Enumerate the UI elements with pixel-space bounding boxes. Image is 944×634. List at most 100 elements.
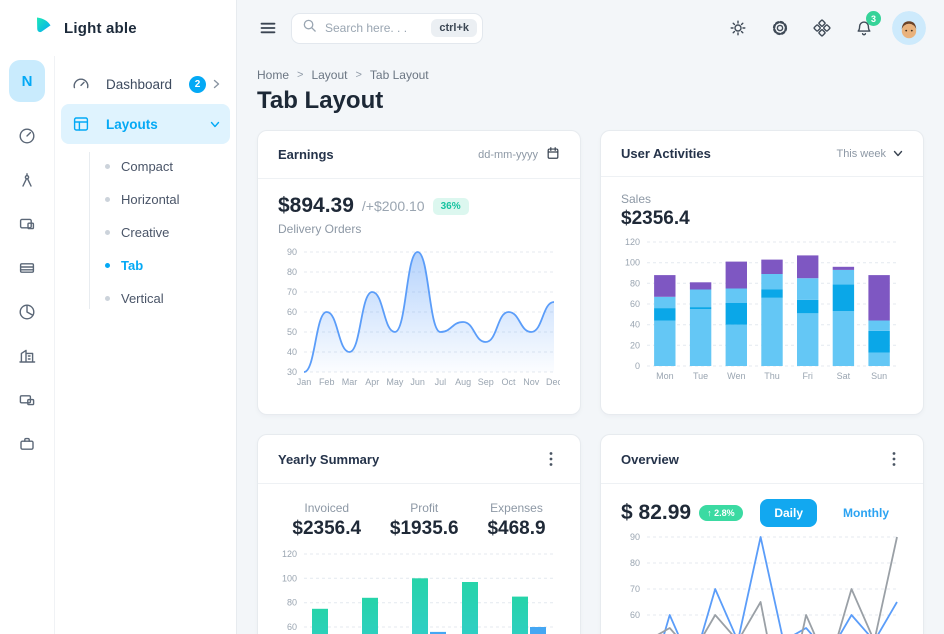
svg-text:Sat: Sat	[837, 371, 851, 381]
week-filter-dropdown[interactable]: This week	[836, 148, 903, 160]
user-icon[interactable]	[0, 158, 54, 202]
svg-text:30: 30	[287, 367, 297, 377]
earnings-card-header: Earnings dd-mm-yyyy	[258, 131, 580, 179]
brand-logo-icon	[33, 15, 55, 42]
sidebar-item-vertical[interactable]: Vertical	[61, 282, 230, 315]
sidebar-subitem-label: Compact	[121, 159, 173, 174]
top-header: ctrl+k 3	[237, 0, 944, 56]
kebab-menu-icon[interactable]	[542, 450, 560, 468]
sidebar-item-dashboard[interactable]: Dashboard 2	[61, 64, 230, 104]
sidebar-item-label: Layouts	[106, 117, 210, 132]
yearly-summary-stats: Invoiced $2356.4 Profit $1935.6 Expenses…	[278, 501, 560, 540]
user-activities-card: User Activities This week Sales $2356.4 …	[600, 130, 924, 415]
left-panel: Light able N	[0, 0, 237, 634]
svg-text:90: 90	[287, 247, 297, 257]
svg-text:Dec: Dec	[546, 377, 560, 387]
briefcase-icon[interactable]	[0, 422, 54, 466]
rail-profile-initial[interactable]: N	[9, 60, 45, 102]
calendar-icon	[546, 146, 560, 163]
table-icon[interactable]	[0, 246, 54, 290]
search-input[interactable]	[325, 21, 423, 35]
hamburger-menu-icon[interactable]	[259, 19, 277, 37]
settings-gear-icon[interactable]	[762, 10, 798, 46]
sales-value: $2356.4	[621, 208, 903, 230]
page-title: Tab Layout	[257, 87, 924, 115]
widget-icon[interactable]	[0, 202, 54, 246]
svg-text:May: May	[386, 377, 404, 387]
svg-text:Thu: Thu	[764, 371, 780, 381]
search-icon	[302, 18, 317, 38]
brand[interactable]: Light able	[0, 0, 236, 56]
stat-label: Invoiced	[292, 501, 361, 515]
overview-card-header: Overview	[601, 435, 923, 484]
overview-growth-badge: ↑ 2.8%	[699, 505, 743, 521]
gauge-icon[interactable]	[0, 114, 54, 158]
earnings-delta: /+$200.10	[362, 198, 425, 214]
kebab-menu-icon[interactable]	[885, 450, 903, 468]
date-picker[interactable]: dd-mm-yyyy	[478, 146, 560, 163]
apps-grid-icon[interactable]	[804, 10, 840, 46]
breadcrumb-separator: >	[355, 69, 361, 81]
stat-value: $1935.6	[390, 518, 459, 540]
search-box[interactable]: ctrl+k	[291, 13, 483, 44]
breadcrumb-layout[interactable]: Layout	[311, 68, 347, 82]
breadcrumb-separator: >	[297, 69, 303, 81]
user-avatar[interactable]	[892, 11, 926, 45]
overview-summary-row: $ 82.99 ↑ 2.8% Daily Monthly	[621, 499, 903, 527]
breadcrumb-current: Tab Layout	[370, 68, 429, 82]
svg-text:80: 80	[630, 558, 640, 568]
brand-name: Light able	[64, 20, 137, 37]
earnings-subtitle: Delivery Orders	[278, 222, 560, 236]
svg-text:80: 80	[287, 598, 297, 608]
sales-label: Sales	[621, 192, 903, 206]
yearly-summary-card: Yearly Summary Invoiced $2356.4	[257, 434, 581, 634]
sidebar-subitem-label: Creative	[121, 225, 169, 240]
svg-text:Fri: Fri	[802, 371, 813, 381]
devices-icon[interactable]	[0, 378, 54, 422]
tab-daily[interactable]: Daily	[760, 499, 817, 527]
yearly-summary-chart: 020406080100120	[278, 548, 560, 634]
week-filter-label: This week	[836, 148, 886, 160]
earnings-chart: 30405060708090JanFebMarAprMayJunJulAugSe…	[278, 246, 560, 388]
bullet-icon	[105, 230, 110, 235]
stat-value: $468.9	[487, 518, 545, 540]
card-title: User Activities	[621, 146, 711, 161]
sidebar-item-creative[interactable]: Creative	[61, 216, 230, 249]
stat-invoiced: Invoiced $2356.4	[292, 501, 361, 540]
tab-monthly[interactable]: Monthly	[829, 499, 903, 527]
svg-text:Oct: Oct	[501, 377, 516, 387]
notifications-bell-icon[interactable]: 3	[846, 10, 882, 46]
svg-text:120: 120	[282, 549, 297, 559]
bullet-icon	[105, 197, 110, 202]
building-icon[interactable]	[0, 334, 54, 378]
svg-text:Sep: Sep	[478, 377, 494, 387]
sidebar-subitem-label: Tab	[121, 258, 143, 273]
theme-sun-icon[interactable]	[720, 10, 756, 46]
sidebar-item-tab[interactable]: Tab	[61, 249, 230, 282]
bullet-icon	[105, 263, 110, 268]
svg-text:20: 20	[630, 340, 640, 350]
overview-card: Overview $ 82.99 ↑ 2.8% Daily Monthly	[600, 434, 924, 634]
sidebar-subitem-label: Horizontal	[121, 192, 180, 207]
sidebar-item-compact[interactable]: Compact	[61, 150, 230, 183]
svg-text:100: 100	[282, 573, 297, 583]
breadcrumb-home[interactable]: Home	[257, 68, 289, 82]
svg-text:Tue: Tue	[693, 371, 708, 381]
svg-text:40: 40	[630, 320, 640, 330]
svg-text:Jul: Jul	[435, 377, 447, 387]
header-actions: 3	[720, 10, 926, 46]
sidebar-item-layouts[interactable]: Layouts	[61, 104, 230, 144]
yearly-summary-card-header: Yearly Summary	[258, 435, 580, 484]
svg-text:80: 80	[630, 278, 640, 288]
stat-label: Profit	[390, 501, 459, 515]
overview-tabs: Daily Monthly	[760, 499, 903, 527]
chevron-down-icon	[893, 148, 903, 160]
svg-text:60: 60	[287, 307, 297, 317]
breadcrumb: Home > Layout > Tab Layout	[257, 68, 924, 82]
sidebar-item-horizontal[interactable]: Horizontal	[61, 183, 230, 216]
stat-expenses: Expenses $468.9	[487, 501, 545, 540]
pie-chart-icon[interactable]	[0, 290, 54, 334]
svg-text:80: 80	[287, 267, 297, 277]
sidebar-item-label: Dashboard	[106, 77, 189, 92]
card-title: Overview	[621, 452, 679, 467]
